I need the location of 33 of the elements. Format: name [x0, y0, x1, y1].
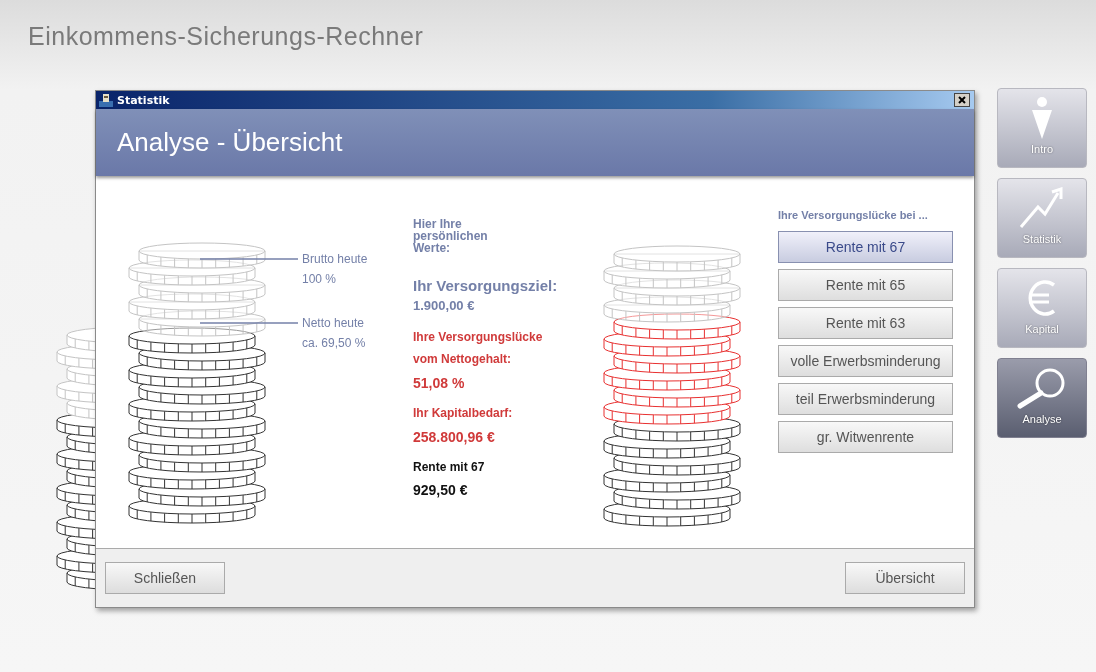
stack-label: Netto heute [302, 315, 366, 332]
window-title: Statistik [117, 93, 170, 107]
euro-icon [1027, 277, 1057, 319]
value-text: 929,50 € [413, 481, 468, 500]
value-text: Ihr Kapitalbedarf: [413, 405, 513, 422]
scenario-button[interactable]: Rente mit 63 [778, 307, 953, 339]
value-text: Hier Ihre persönlichen Werte: [413, 218, 489, 254]
value-text: Rente mit 67 [413, 459, 485, 476]
scenario-button[interactable]: Rente mit 67 [778, 231, 953, 263]
value-text: Ihre Versorgungslücke [413, 329, 543, 346]
value-text: 51,08 % [413, 374, 465, 393]
scenario-button[interactable]: volle Erwerbsminderung [778, 345, 953, 377]
stack-label: Brutto heute [302, 251, 369, 268]
value-text: 258.800,96 € [413, 428, 495, 447]
app-icon [99, 93, 113, 107]
footer-button[interactable]: Schließen [105, 562, 225, 594]
nav-button[interactable]: Analyse [997, 358, 1087, 438]
person-icon [1031, 97, 1053, 139]
app-title: Einkommens-Sicherungs-Rechner [28, 22, 424, 50]
scenario-button[interactable]: Rente mit 65 [778, 269, 953, 301]
close-button[interactable] [954, 93, 970, 107]
value-text: vom Nettogehalt: [413, 351, 511, 368]
options-title: Ihre Versorgungslücke bei ... [778, 209, 929, 221]
close-icon [958, 96, 966, 104]
stack-value: ca. 69,50 % [302, 335, 367, 352]
value-text: Ihr Versorgungsziel: [413, 276, 558, 296]
stack-value: 100 % [302, 271, 338, 288]
rising-chart-icon [1018, 187, 1066, 229]
dialog-heading: Analyse - Übersicht [117, 127, 343, 158]
scenario-button[interactable]: teil Erwerbsminderung [778, 383, 953, 415]
footer-button[interactable]: Übersicht [845, 562, 965, 594]
scenario-button[interactable]: gr. Witwenrente [778, 421, 953, 453]
value-text: 1.900,00 € [413, 297, 475, 315]
